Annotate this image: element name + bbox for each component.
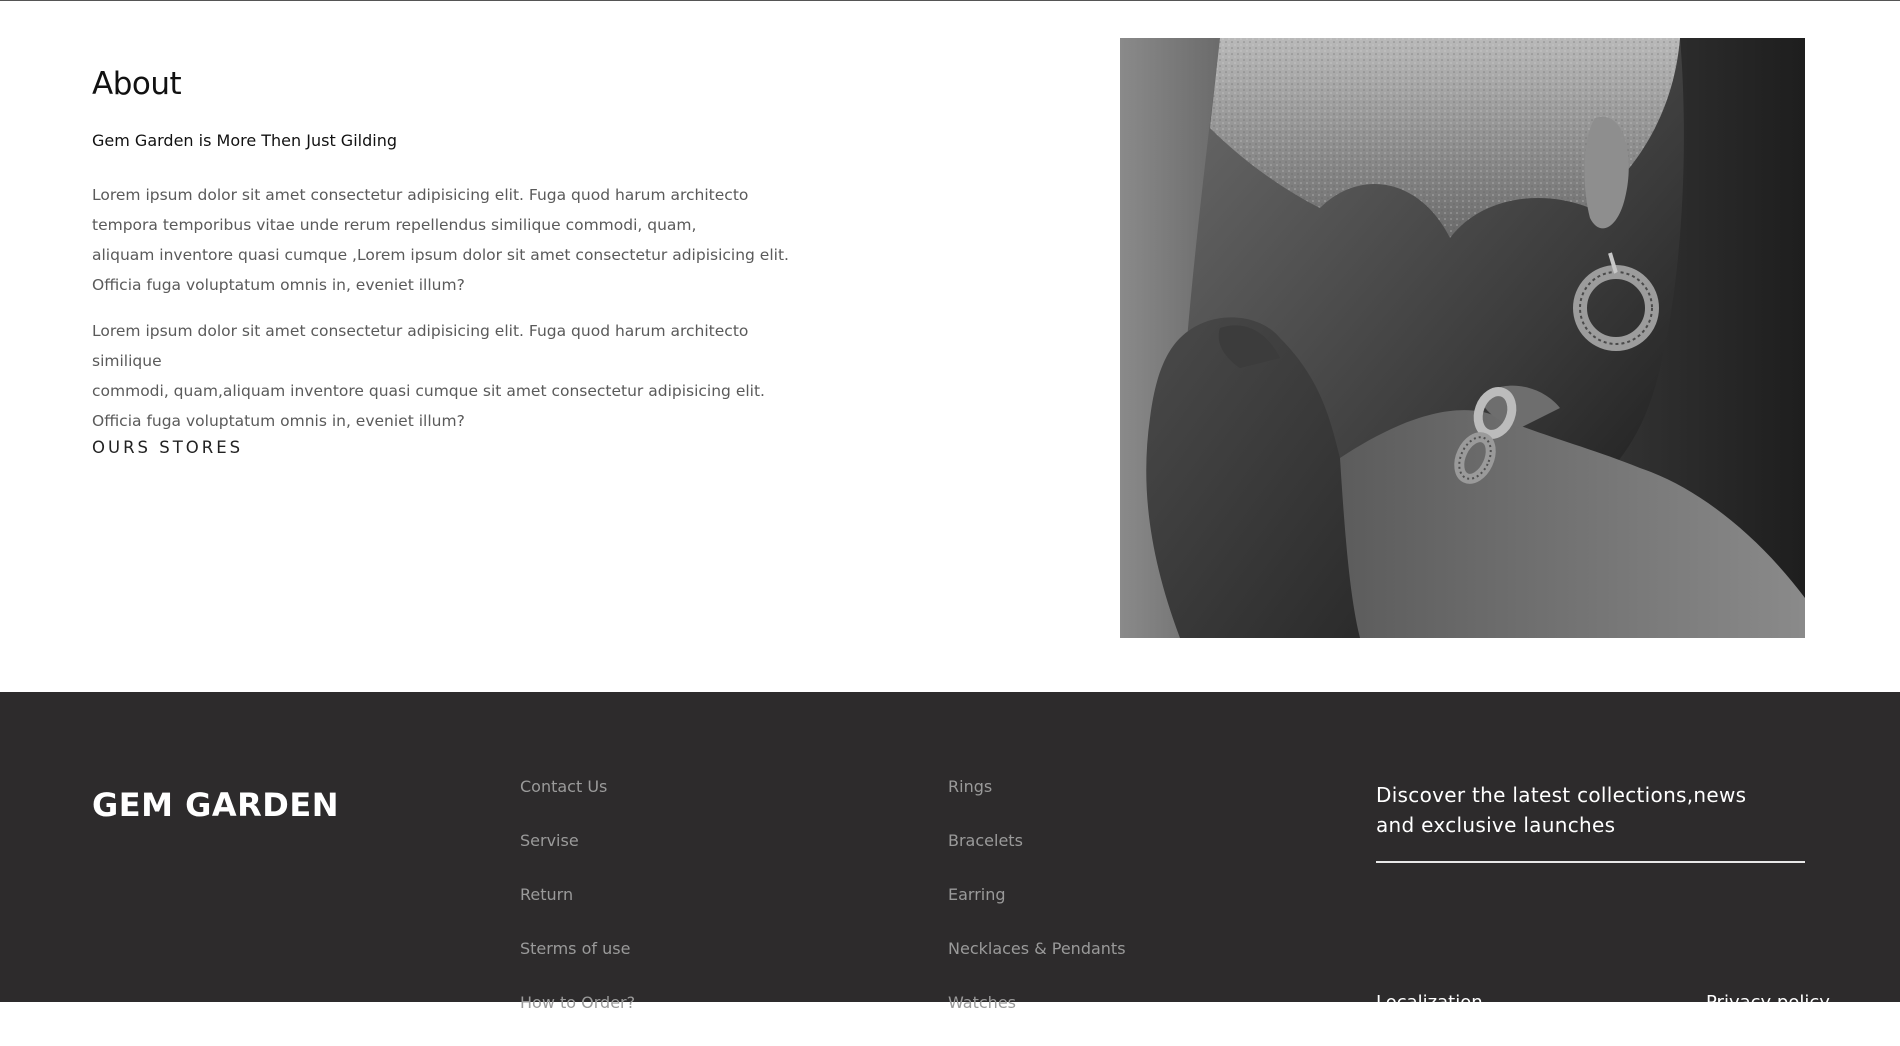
footer-link-return[interactable]: Return: [520, 885, 573, 904]
footer-link-item: Sterms of use: [520, 938, 635, 992]
footer-link-servise[interactable]: Servise: [520, 831, 579, 850]
footer-link-privacy-policy[interactable]: Privacy policy: [1706, 992, 1830, 1014]
footer-link-item: Servise: [520, 830, 635, 884]
footer-link-item: Earring: [948, 884, 1126, 938]
footer-link-watches[interactable]: Watches: [948, 993, 1016, 1012]
about-section: About Gem Garden is More Then Just Gildi…: [0, 1, 1900, 692]
footer-link-necklaces-pendants[interactable]: Necklaces & Pendants: [948, 939, 1126, 958]
about-title: About: [92, 66, 182, 102]
footer-link-item: Watches: [948, 992, 1126, 1046]
about-subtitle: Gem Garden is More Then Just Gilding: [92, 131, 397, 150]
footer-link-item: Bracelets: [948, 830, 1126, 884]
footer-link-terms-of-use[interactable]: Sterms of use: [520, 939, 630, 958]
our-stores-link[interactable]: OURS STORES: [92, 437, 243, 459]
footer-link-item: Return: [520, 884, 635, 938]
footer-link-how-to-order[interactable]: How to Order?: [520, 993, 635, 1012]
about-photo: [1120, 38, 1805, 638]
footer-link-item: How to Order?: [520, 992, 635, 1046]
footer-link-bracelets[interactable]: Bracelets: [948, 831, 1023, 850]
about-paragraph-2: Lorem ipsum dolor sit amet consectetur a…: [92, 322, 765, 430]
newsletter-underline: [1376, 861, 1805, 863]
footer-link-earring[interactable]: Earring: [948, 885, 1006, 904]
site-footer: GEM GARDEN Contact Us Servise Return Ste…: [0, 692, 1900, 1013]
footer-link-item: Contact Us: [520, 776, 635, 830]
newsletter-text: Discover the latest collections,news and…: [1376, 783, 1747, 837]
about-paragraph-1: Lorem ipsum dolor sit amet consectetur a…: [92, 186, 789, 294]
footer-link-item: Rings: [948, 776, 1126, 830]
footer-link-contact-us[interactable]: Contact Us: [520, 777, 607, 796]
footer-link-localization[interactable]: Localization: [1376, 992, 1483, 1014]
footer-link-item: Necklaces & Pendants: [948, 938, 1126, 992]
footer-brand-logo: GEM GARDEN: [92, 786, 339, 824]
footer-links-categories: Rings Bracelets Earring Necklaces & Pend…: [948, 776, 1126, 1046]
footer-link-rings[interactable]: Rings: [948, 777, 992, 796]
footer-links-info: Contact Us Servise Return Sterms of use …: [520, 776, 635, 1046]
